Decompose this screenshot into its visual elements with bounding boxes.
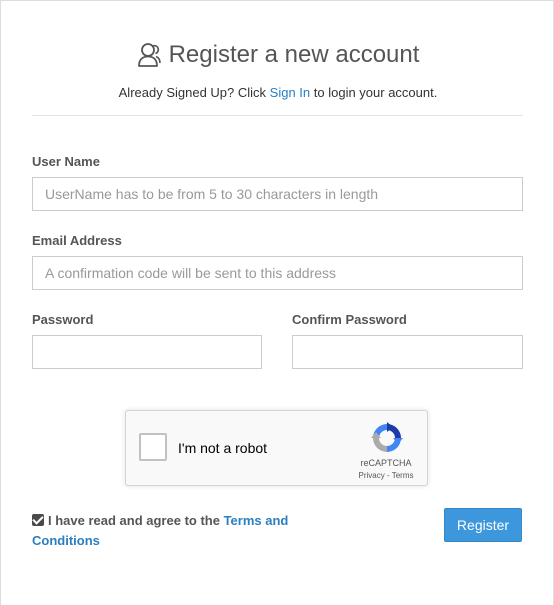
username-input[interactable] <box>32 177 523 211</box>
recaptcha-label: I'm not a robot <box>178 440 268 456</box>
register-header: Register a new account Already Signed Up… <box>1 37 554 100</box>
email-input[interactable] <box>32 256 523 290</box>
confirm-password-label: Confirm Password <box>292 312 407 327</box>
terms-agreement: I have read and agree to the Terms and C… <box>32 511 312 551</box>
recaptcha-privacy-terms[interactable]: Privacy - Terms <box>346 471 426 480</box>
recaptcha-logo-icon <box>370 421 404 455</box>
title-row: Register a new account <box>1 37 554 73</box>
signin-prompt: Already Signed Up? Click Sign In to logi… <box>1 85 554 100</box>
recaptcha-widget: I'm not a robot reCAPTCHA Privacy - Term… <box>125 410 428 486</box>
signin-link[interactable]: Sign In <box>270 85 310 100</box>
register-button[interactable]: Register <box>444 508 522 542</box>
header-divider <box>32 115 523 116</box>
register-panel: Register a new account Already Signed Up… <box>0 0 554 605</box>
recaptcha-brand: reCAPTCHA <box>360 458 412 468</box>
terms-text: I have read and agree to the <box>48 513 224 528</box>
terms-checkbox[interactable] <box>32 514 44 526</box>
username-label: User Name <box>32 154 100 169</box>
password-label: Password <box>32 312 94 327</box>
password-input[interactable] <box>32 335 262 369</box>
recaptcha-checkbox[interactable] <box>139 433 167 461</box>
email-label: Email Address <box>32 233 122 248</box>
user-outline-icon <box>137 42 161 68</box>
signin-prompt-suffix: to login your account. <box>310 85 438 100</box>
signin-prompt-prefix: Already Signed Up? Click <box>118 85 270 100</box>
confirm-password-input[interactable] <box>292 335 523 369</box>
page-title: Register a new account <box>168 41 420 68</box>
